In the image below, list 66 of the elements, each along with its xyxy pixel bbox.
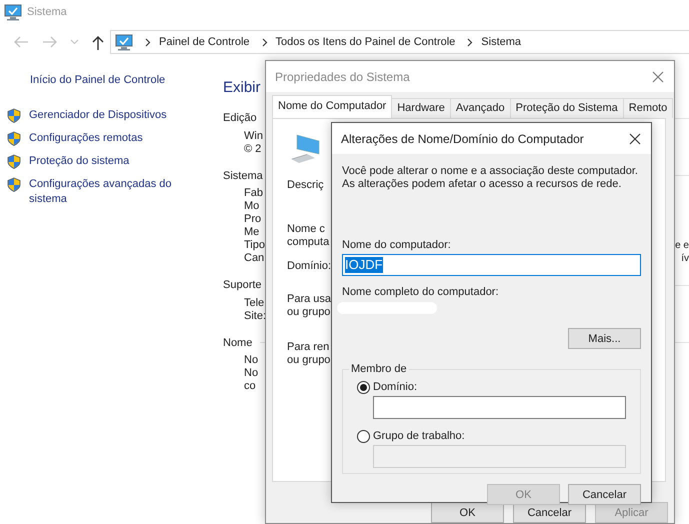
- info-label: Can: [244, 252, 264, 265]
- address-bar[interactable]: Painel de Controle Todos os Itens do Painel de Controle Sistema: [110, 30, 689, 54]
- info-label: Win: [244, 130, 263, 142]
- section-heading: Edição: [223, 111, 257, 126]
- sidebar-link[interactable]: Gerenciador de Dispositivos: [29, 108, 199, 123]
- monitor-icon: [4, 4, 22, 20]
- info-label: Mo: [244, 200, 260, 213]
- monitor-icon: [115, 34, 133, 50]
- close-button[interactable]: [627, 130, 643, 146]
- info-value: ív: [681, 252, 689, 265]
- input-field[interactable]: [373, 445, 626, 468]
- info-label: No co: [244, 367, 258, 393]
- input-field[interactable]: [373, 396, 626, 419]
- sidebar-link[interactable]: Proteção do sistema: [29, 154, 199, 169]
- info-label: Fab: [244, 187, 263, 200]
- field-label: Nome do computador:: [342, 238, 451, 252]
- chevron-icon: [262, 38, 268, 46]
- dialog-button[interactable]: OK: [431, 502, 504, 523]
- sidebar-link[interactable]: Início do Painel de Controle: [0, 72, 223, 88]
- dialog-title: Propriedades do Sistema: [275, 70, 410, 84]
- computer-icon: [289, 133, 321, 165]
- section-heading: Nome: [223, 336, 252, 350]
- page-heading: Exibir: [223, 78, 261, 98]
- radio-button[interactable]: [357, 380, 370, 394]
- forward-arrow-icon: [42, 36, 58, 48]
- chevron-icon: [467, 38, 474, 46]
- tab[interactable]: Remoto: [622, 98, 674, 118]
- info-label: Tipo: [244, 239, 265, 252]
- tab[interactable]: Nome do Computador: [272, 95, 392, 118]
- info-label: No: [244, 354, 258, 367]
- info-label: © 2: [244, 142, 262, 156]
- info-label: Site:: [244, 310, 266, 322]
- description-text: Você pode alterar o nome e a associação deste computador. As alterações podem afetar o acesso a recursos de rede.: [342, 165, 638, 191]
- radio-button[interactable]: [357, 430, 370, 442]
- radio-label[interactable]: Grupo de trabalho:: [373, 429, 465, 443]
- field-label: Para usa ou grupo: [287, 293, 332, 319]
- sidebar-link[interactable]: Configurações remotas: [29, 131, 199, 146]
- section-heading: Suporte: [223, 278, 262, 293]
- sidebar-link[interactable]: Configurações avançadas do sistema: [29, 177, 199, 207]
- field-label: Nome completo do computador:: [342, 285, 499, 299]
- field-label: Domínio:: [287, 260, 332, 273]
- field-label: Nome c computa: [287, 223, 330, 249]
- dialog-title: Alterações de Nome/Domínio do Computador: [341, 132, 584, 146]
- breadcrumb-item[interactable]: Sistema: [481, 36, 522, 48]
- info-label: Pro: [244, 213, 262, 226]
- breadcrumb-item[interactable]: Todos os Itens do Painel de Controle: [276, 36, 456, 48]
- shield-icon: [7, 108, 21, 123]
- shield-icon: [7, 131, 21, 146]
- back-arrow-icon: [13, 36, 29, 48]
- breadcrumb-item[interactable]: Painel de Controle: [159, 36, 250, 48]
- chevron-icon: [145, 38, 151, 46]
- shield-icon: [7, 154, 21, 169]
- computer-name-field[interactable]: IOJDF: [342, 254, 641, 276]
- up-arrow-icon: [92, 34, 104, 50]
- info-label: Tele: [244, 296, 264, 310]
- field-label: Descriç: [287, 179, 324, 192]
- dropdown-icon: [70, 39, 79, 45]
- more-button[interactable]: Mais...: [568, 328, 641, 349]
- info-value: e e: [675, 239, 689, 252]
- radio-label[interactable]: Domínio:: [373, 380, 418, 394]
- shield-icon: [7, 177, 21, 192]
- section-heading: Sistema: [223, 168, 263, 184]
- field-label: Para ren ou grupo: [287, 341, 330, 367]
- window-title: Sistema: [27, 6, 67, 18]
- dialog-button[interactable]: Cancelar: [568, 484, 641, 505]
- info-label: Me: [244, 226, 260, 239]
